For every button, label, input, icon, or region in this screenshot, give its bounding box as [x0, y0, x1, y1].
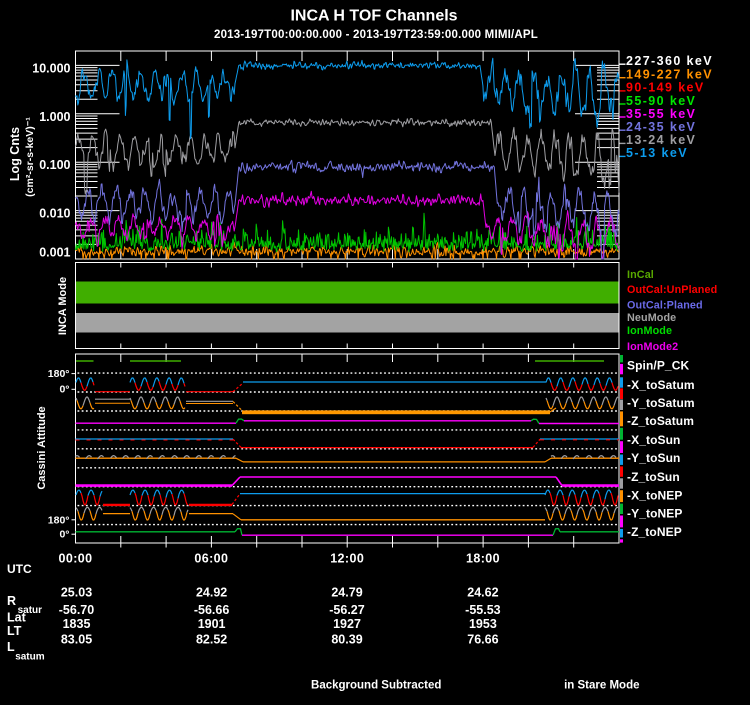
svg-text:-55.53: -55.53: [465, 603, 500, 617]
svg-text:-56.66: -56.66: [194, 603, 229, 617]
svg-text:0.001: 0.001: [39, 246, 70, 260]
svg-text:55-90 keV: 55-90 keV: [626, 94, 696, 108]
svg-text:1953: 1953: [469, 617, 497, 631]
svg-text:in Stare Mode: in Stare Mode: [564, 679, 639, 691]
svg-text:InCal: InCal: [627, 269, 654, 281]
svg-text:18:00: 18:00: [466, 552, 500, 566]
svg-text:80.39: 80.39: [331, 632, 362, 646]
svg-text:satum: satum: [15, 651, 45, 662]
svg-text:0°: 0°: [59, 384, 69, 396]
svg-text:1835: 1835: [63, 617, 91, 631]
svg-text:06:00: 06:00: [194, 552, 228, 566]
svg-text:OutCal:Planed: OutCal:Planed: [627, 299, 703, 311]
svg-text:-Z_toSun: -Z_toSun: [627, 470, 680, 484]
svg-text:Log Cnts: Log Cnts: [8, 127, 22, 181]
svg-text:INCA H TOF Channels: INCA H TOF Channels: [290, 8, 457, 25]
svg-text:-Y_toNEP: -Y_toNEP: [627, 507, 682, 521]
svg-text:149-227 keV: 149-227 keV: [626, 68, 713, 82]
svg-text:25.03: 25.03: [61, 585, 92, 599]
svg-text:180°: 180°: [48, 514, 70, 526]
svg-text:LT: LT: [7, 624, 22, 638]
svg-text:1.000: 1.000: [39, 110, 70, 124]
svg-text:-Y_toSun: -Y_toSun: [627, 451, 680, 465]
svg-text:Spin/P_CK: Spin/P_CK: [627, 358, 689, 372]
svg-text:90-149 keV: 90-149 keV: [626, 81, 705, 95]
svg-text:INCA Mode: INCA Mode: [57, 277, 69, 335]
svg-text:2013-197T00:00:00.000 - 2013-1: 2013-197T00:00:00.000 - 2013-197T23:59:0…: [214, 29, 538, 41]
svg-text:IonMode2: IonMode2: [627, 341, 678, 353]
svg-text:-X_toSatum: -X_toSatum: [627, 378, 695, 392]
svg-text:1901: 1901: [198, 617, 226, 631]
svg-text:Lat: Lat: [7, 611, 27, 625]
svg-text:-Z_toNEP: -Z_toNEP: [627, 525, 682, 539]
svg-text:10.000: 10.000: [32, 61, 70, 75]
svg-text:24.92: 24.92: [196, 585, 227, 599]
svg-text:1927: 1927: [333, 617, 361, 631]
svg-text:-Z_toSatum: -Z_toSatum: [627, 414, 694, 428]
svg-text:-X_toSun: -X_toSun: [627, 433, 680, 447]
svg-text:-56.27: -56.27: [329, 603, 364, 617]
svg-text:82.52: 82.52: [196, 632, 227, 646]
svg-text:Background Subtracted: Background Subtracted: [311, 679, 441, 691]
svg-text:NeuMode: NeuMode: [627, 312, 676, 324]
svg-text:13-24 keV: 13-24 keV: [626, 133, 696, 147]
svg-text:24.79: 24.79: [331, 585, 362, 599]
svg-text:12:00: 12:00: [330, 552, 364, 566]
svg-text:0.010: 0.010: [39, 207, 70, 221]
svg-text:35-55 keV: 35-55 keV: [626, 107, 696, 121]
svg-text:0°: 0°: [59, 529, 69, 541]
svg-text:0.100: 0.100: [39, 158, 70, 172]
svg-text:-X_toNEP: -X_toNEP: [627, 489, 682, 503]
svg-text:Cassini Attitude: Cassini Attitude: [36, 406, 48, 489]
svg-text:24.62: 24.62: [467, 585, 498, 599]
svg-text:-Y_toSatum: -Y_toSatum: [627, 396, 695, 410]
svg-text:IonMode: IonMode: [627, 325, 672, 337]
svg-text:-56.70: -56.70: [59, 603, 94, 617]
svg-text:L: L: [7, 640, 15, 654]
svg-text:227-360 keV: 227-360 keV: [626, 54, 713, 68]
svg-text:5-13 keV: 5-13 keV: [626, 146, 688, 160]
svg-text:83.05: 83.05: [61, 632, 92, 646]
svg-text:(cm²-sr-s-keV)⁻¹: (cm²-sr-s-keV)⁻¹: [24, 117, 36, 197]
svg-text:24-35 keV: 24-35 keV: [626, 120, 696, 134]
svg-text:R: R: [7, 594, 16, 608]
svg-text:UTC: UTC: [7, 562, 32, 576]
svg-text:180°: 180°: [48, 368, 70, 380]
svg-text:76.66: 76.66: [467, 632, 498, 646]
svg-text:00:00: 00:00: [59, 552, 93, 566]
svg-text:OutCal:UnPlaned: OutCal:UnPlaned: [627, 284, 717, 296]
